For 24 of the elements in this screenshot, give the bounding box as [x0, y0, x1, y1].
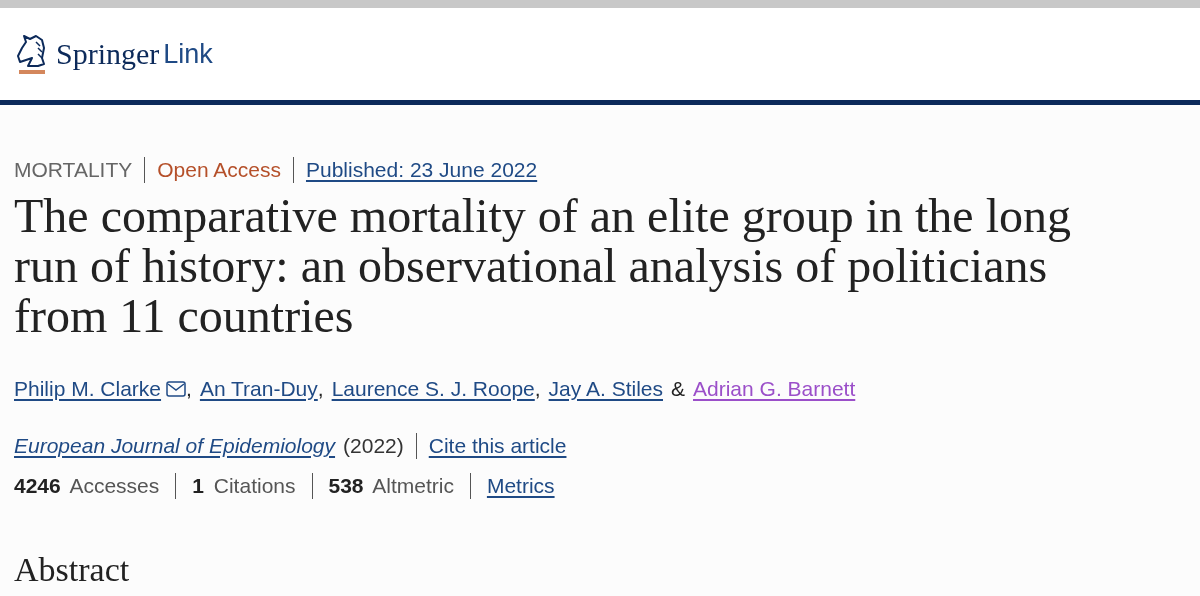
- author-separator: ,: [534, 377, 541, 401]
- cite-link[interactable]: Cite this article: [428, 434, 567, 458]
- journal-link[interactable]: European Journal of Epidemiology: [14, 434, 336, 458]
- product-name[interactable]: Link: [163, 38, 213, 70]
- author-link[interactable]: Adrian G. Barnett: [693, 377, 856, 401]
- subject-label: MORTALITY: [14, 158, 133, 182]
- author-link[interactable]: Jay A. Stiles: [548, 377, 663, 401]
- metric-count: 1 Citations: [192, 474, 296, 498]
- access-label: Open Access: [157, 158, 281, 182]
- publication-year: (2022): [343, 434, 404, 458]
- author-separator: ,: [317, 377, 324, 401]
- metric-count: 538 Altmetric: [328, 474, 454, 498]
- author-link[interactable]: Philip M. Clarke: [14, 377, 187, 401]
- article-title: The comparative mortality of an elite group in the long run of history: an observational analysis of politicians from 11 countries: [14, 191, 1072, 341]
- metrics-link[interactable]: Metrics: [486, 474, 555, 498]
- published-date-link[interactable]: Published: 23 June 2022: [306, 158, 538, 182]
- author-separator: ,: [186, 377, 192, 401]
- brand-name[interactable]: Springer: [56, 37, 160, 71]
- metric-count: 4246 Accesses: [14, 474, 160, 498]
- author-separator: &: [671, 377, 685, 401]
- mail-icon[interactable]: [166, 381, 187, 397]
- author-link[interactable]: An Tran-Duy: [199, 377, 318, 401]
- author-link[interactable]: Laurence S. J. Roope: [331, 377, 535, 401]
- section-heading: Abstract: [14, 551, 131, 589]
